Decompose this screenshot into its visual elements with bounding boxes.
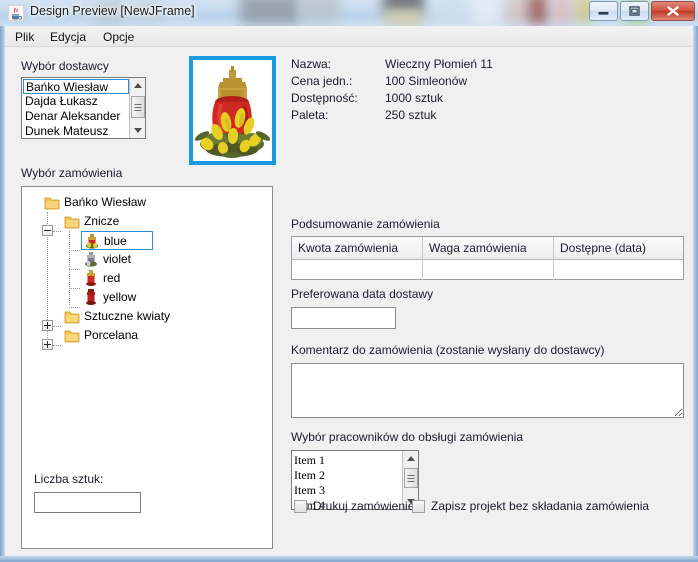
summary-table: Kwota zamówienia Waga zamówienia Dostępn… xyxy=(291,236,684,280)
product-image xyxy=(189,56,276,165)
comment-label: Komentarz do zamówienia (zostanie wysłan… xyxy=(291,343,605,357)
delivery-date-input[interactable] xyxy=(291,307,396,329)
tree-node-blue[interactable]: blue xyxy=(81,231,153,250)
tree-connector-h xyxy=(69,269,80,270)
tree-node-label: Sztuczne kwiaty xyxy=(84,309,171,323)
order-tree-label: Wybór zamówienia xyxy=(21,166,123,180)
product-field-key-2: Dostępność: xyxy=(291,91,358,105)
tree-connector-h xyxy=(69,288,80,289)
tree-connector-h xyxy=(69,307,80,308)
worker-item-0[interactable]: Item 1 xyxy=(294,452,325,468)
quantity-label: Liczba sztuk: xyxy=(34,472,104,486)
delivery-date-label: Preferowana data dostawy xyxy=(291,287,434,301)
summary-cell-0-2[interactable] xyxy=(554,260,683,280)
candle-icon xyxy=(84,270,98,286)
workers-label: Wybór pracowników do obsługi zamówienia xyxy=(291,430,524,444)
tree-node-label: Bańko Wiesław xyxy=(64,195,147,209)
tree-node-label: violet xyxy=(103,252,132,266)
window-frame-right xyxy=(693,26,698,562)
menu-bar: Plik Edycja Opcje xyxy=(5,26,693,47)
product-field-value-0: Wieczny Płomień 11 xyxy=(385,57,493,71)
application-window: Design Preview [NewJFrame] Plik Edycja O… xyxy=(0,0,698,562)
candle-icon xyxy=(84,251,98,267)
scroll-up-icon[interactable] xyxy=(403,451,419,467)
window-title: Design Preview [NewJFrame] xyxy=(30,4,195,18)
tree-node-label: yellow xyxy=(103,290,137,304)
supplier-item-1[interactable]: Dajda Łukasz xyxy=(23,94,129,109)
summary-column-header-0[interactable]: Kwota zamówienia xyxy=(292,237,423,260)
product-field-key-3: Paleta: xyxy=(291,108,329,122)
maximize-button[interactable] xyxy=(620,1,649,21)
tree-node-label: Znicze xyxy=(84,214,120,228)
supplier-label: Wybór dostawcy xyxy=(21,59,109,73)
scroll-down-icon[interactable] xyxy=(130,122,146,138)
scroll-up-icon[interactable] xyxy=(130,78,146,94)
worker-item-2[interactable]: Item 3 xyxy=(294,482,325,498)
tree-connector-h xyxy=(69,250,80,251)
title-bar: Design Preview [NewJFrame] xyxy=(0,0,698,26)
candle-icon xyxy=(85,233,99,249)
minimize-button[interactable] xyxy=(589,1,618,21)
tree-connector-h xyxy=(53,326,61,327)
summary-column-header-1[interactable]: Waga zamówienia xyxy=(423,237,554,260)
client-area: Wybór dostawcy Bańko Wiesław Dajda Łukas… xyxy=(5,47,693,556)
close-button[interactable] xyxy=(651,1,695,21)
product-field-value-3: 250 sztuk xyxy=(385,108,437,122)
java-coffee-cup-icon xyxy=(7,4,25,22)
folder-icon xyxy=(44,196,60,210)
tree-expander-znicze[interactable] xyxy=(42,225,53,236)
supplier-item-3[interactable]: Dunek Mateusz xyxy=(23,124,129,139)
summary-column-header-2[interactable]: Dostępne (data) xyxy=(554,237,683,260)
worker-item-1[interactable]: Item 2 xyxy=(294,467,325,483)
supplier-scrollbar[interactable] xyxy=(129,78,145,138)
product-field-key-1: Cena jedn.: xyxy=(291,74,353,88)
product-field-value-1: 100 Simleonów xyxy=(385,74,468,88)
product-field-key-0: Nazwa: xyxy=(291,57,332,71)
tree-node-label: Porcelana xyxy=(84,328,139,342)
save-draft-checkbox[interactable] xyxy=(412,500,425,513)
quantity-input[interactable] xyxy=(34,492,141,513)
folder-icon xyxy=(64,329,80,343)
window-frame-bottom xyxy=(0,556,698,562)
print-order-checkbox[interactable] xyxy=(294,500,307,513)
menu-item-plik[interactable]: Plik xyxy=(11,29,38,45)
tree-expander-porcelana[interactable] xyxy=(42,339,53,350)
supplier-scroll-thumb[interactable] xyxy=(131,96,145,118)
supplier-listbox[interactable]: Bańko Wiesław Dajda Łukasz Denar Aleksan… xyxy=(21,77,146,139)
menu-item-edycja[interactable]: Edycja xyxy=(46,29,90,45)
candle-icon xyxy=(84,289,98,305)
tree-connector-vertical-2 xyxy=(69,231,70,305)
summary-cell-0-1[interactable] xyxy=(423,260,554,280)
menu-item-opcje[interactable]: Opcje xyxy=(99,29,138,45)
summary-cell-0-0[interactable] xyxy=(292,260,423,280)
print-order-label[interactable]: Drukuj zamówienie xyxy=(313,499,414,513)
tree-node-label: blue xyxy=(104,234,127,248)
summary-label: Podsumowanie zamówienia xyxy=(291,217,440,231)
supplier-item-2[interactable]: Denar Aleksander xyxy=(23,109,129,124)
folder-icon xyxy=(64,310,80,324)
comment-textarea[interactable] xyxy=(291,363,684,418)
workers-scroll-thumb[interactable] xyxy=(404,468,418,488)
supplier-item-0[interactable]: Bańko Wiesław xyxy=(23,79,129,94)
save-draft-label[interactable]: Zapisz projekt bez składania zamówienia xyxy=(431,499,649,513)
folder-icon xyxy=(64,215,80,229)
tree-connector-h xyxy=(53,231,61,232)
order-tree-panel[interactable]: Bańko Wiesław Znicze blue violet red yel… xyxy=(21,186,273,549)
tree-connector-h xyxy=(53,345,61,346)
tree-expander-sztuczne-kwiaty[interactable] xyxy=(42,320,53,331)
tree-node-label: red xyxy=(103,271,121,285)
product-field-value-2: 1000 sztuk xyxy=(385,91,444,105)
